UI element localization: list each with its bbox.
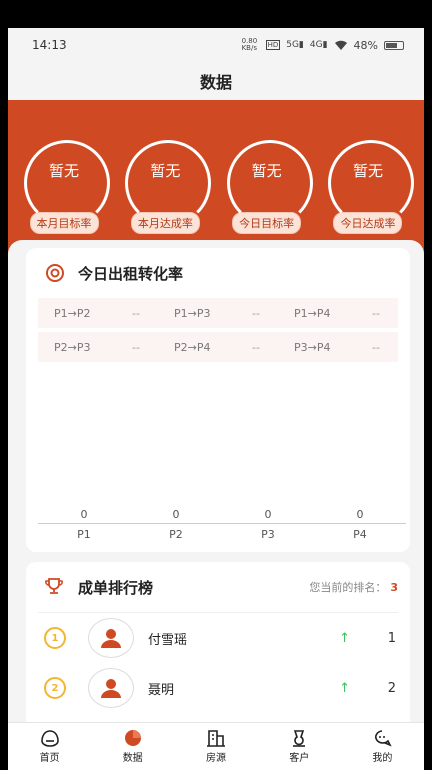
conversion-cell: P1→P4 -- — [278, 307, 398, 320]
nav-label: 客户 — [289, 753, 310, 764]
metric-value: 暂无 — [150, 161, 181, 180]
metric-today-target[interactable]: 暂无 今日目标率 — [219, 140, 315, 234]
trend-up-icon: ↑ — [339, 680, 350, 696]
deal-count: 1 — [387, 630, 396, 646]
metric-today-achieved[interactable]: 暂无 今日达成率 — [320, 140, 416, 234]
metric-ring: 暂无 — [224, 140, 310, 204]
content-sheet: 今日出租转化率 P1→P2 -- P1→P3 -- P1→P4 -- P2→P3 -- … — [8, 240, 424, 760]
ranking-title: 成单排行榜 — [78, 578, 154, 597]
conversion-value: -- — [132, 306, 140, 320]
metric-ring: 暂无 — [122, 140, 208, 204]
chart-category-label: P2 — [169, 528, 183, 541]
conversion-value: -- — [372, 340, 380, 354]
nav-customers[interactable]: 客户 — [258, 723, 341, 770]
deal-count: 2 — [387, 680, 396, 696]
chart-category-row: P1 P2 P3 P4 — [38, 528, 406, 541]
chart-value-label: 0 — [264, 508, 272, 521]
nav-label: 我的 — [372, 753, 393, 764]
avatar — [88, 668, 134, 708]
network-speed: 0.80 KB/s — [241, 37, 258, 52]
conversion-header: 今日出租转化率 — [26, 248, 410, 298]
my-rank-value: 3 — [390, 581, 398, 594]
nav-label: 数据 — [122, 753, 143, 764]
nav-label: 首页 — [39, 753, 60, 764]
ranking-row[interactable]: 2 聂明 ↑ 2 — [26, 663, 410, 713]
chart-axis — [38, 523, 406, 524]
conversion-row: P1→P2 -- P1→P3 -- P1→P4 -- — [38, 298, 398, 328]
ranking-row[interactable]: 1 付雪瑶 ↑ 1 — [26, 613, 410, 663]
nav-profile[interactable]: 我的 — [341, 723, 424, 770]
chart-value-label: 0 — [172, 508, 180, 521]
conversion-value: -- — [372, 306, 380, 320]
nav-label: 房源 — [206, 753, 226, 764]
battery-icon — [384, 40, 404, 50]
metric-ring: 暂无 — [21, 140, 107, 204]
metrics-row: 暂无 本月目标率 暂无 本月达成率 暂无 今日目标率 暂无 今日达成率 — [8, 140, 424, 234]
hd-icon: HD — [265, 40, 281, 50]
conversion-card: 今日出租转化率 P1→P2 -- P1→P3 -- P1→P4 -- P2→P3 -- … — [26, 248, 410, 552]
medal-icon: 2 — [44, 677, 66, 699]
conversion-cell: P1→P2 -- — [38, 307, 158, 320]
pie-chart-icon — [124, 730, 141, 746]
metric-value: 暂无 — [352, 161, 383, 180]
conversion-value: -- — [252, 306, 260, 320]
battery-percent: 48% — [353, 38, 378, 52]
chart-value-label: 0 — [80, 508, 88, 521]
status-icons: 0.80 KB/s HD 5G▮ 4G▮ 48% — [242, 38, 404, 52]
building-icon — [207, 730, 225, 747]
ranking-title-group: 成单排行榜 — [44, 576, 153, 598]
conversion-title: 今日出租转化率 — [78, 264, 184, 283]
my-rank-label: 您当前的排名： — [309, 581, 387, 594]
chart-value-label: 0 — [356, 508, 364, 521]
app-screen: 14:13 0.80 KB/s HD 5G▮ 4G▮ 48% 数据 暂无 本月目… — [8, 28, 424, 770]
conversion-label: P2→P3 — [54, 340, 91, 354]
chart-category-label: P3 — [261, 528, 275, 541]
page-title: 数据 — [8, 62, 424, 100]
my-rank: 您当前的排名： 3 — [309, 579, 398, 595]
home-icon — [40, 730, 59, 747]
4g-signal-icon: 4G▮ — [309, 40, 328, 50]
conversion-cell: P1→P3 -- — [158, 307, 278, 320]
trend-up-icon: ↑ — [339, 630, 350, 646]
metric-month-achieved[interactable]: 暂无 本月达成率 — [117, 140, 213, 234]
chart-value-row: 0 0 0 0 — [38, 508, 406, 521]
conversion-cell: P3→P4 -- — [278, 341, 398, 354]
metric-ring: 暂无 — [325, 140, 411, 204]
chart-category-label: P1 — [77, 528, 91, 541]
conversion-label: P1→P2 — [54, 306, 91, 320]
conversion-value: -- — [252, 340, 260, 354]
ranking-header: 成单排行榜 您当前的排名： 3 — [26, 562, 410, 612]
nav-listings[interactable]: 房源 — [174, 723, 257, 770]
conversion-row: P2→P3 -- P2→P4 -- P3→P4 -- — [38, 332, 398, 362]
status-bar: 14:13 0.80 KB/s HD 5G▮ 4G▮ 48% — [8, 28, 424, 62]
conversion-cell: P2→P3 -- — [38, 341, 158, 354]
metric-value: 暂无 — [251, 161, 282, 180]
nav-data[interactable]: 数据 — [91, 723, 174, 770]
avatar — [88, 618, 134, 658]
profile-icon — [375, 730, 393, 747]
agent-name: 聂明 — [148, 682, 175, 698]
metric-month-target[interactable]: 暂无 本月目标率 — [16, 140, 112, 234]
chart-category-label: P4 — [353, 528, 367, 541]
conversion-icon — [44, 262, 66, 284]
trophy-icon — [44, 576, 66, 598]
conversion-value: -- — [132, 340, 140, 354]
nav-home[interactable]: 首页 — [8, 723, 91, 770]
metric-value: 暂无 — [48, 161, 79, 180]
status-time: 14:13 — [32, 38, 67, 52]
conversion-label: P3→P4 — [294, 340, 331, 354]
customer-icon — [293, 730, 306, 747]
medal-icon: 1 — [44, 627, 66, 649]
conversion-label: P2→P4 — [174, 340, 211, 354]
conversion-chart: 0 0 0 0 P1 P2 P3 P4 — [38, 508, 406, 541]
conversion-grid: P1→P2 -- P1→P3 -- P1→P4 -- P2→P3 -- P2→P4 -- … — [38, 298, 398, 362]
conversion-label: P1→P3 — [174, 306, 211, 320]
agent-name: 付雪瑶 — [148, 632, 188, 648]
conversion-cell: P2→P4 -- — [158, 341, 278, 354]
5g-signal-icon: 5G▮ — [286, 40, 304, 50]
bottom-nav: 首页 数据 房源 客户 我的 — [8, 722, 424, 770]
conversion-label: P1→P4 — [294, 306, 331, 320]
wifi-icon — [334, 40, 347, 50]
